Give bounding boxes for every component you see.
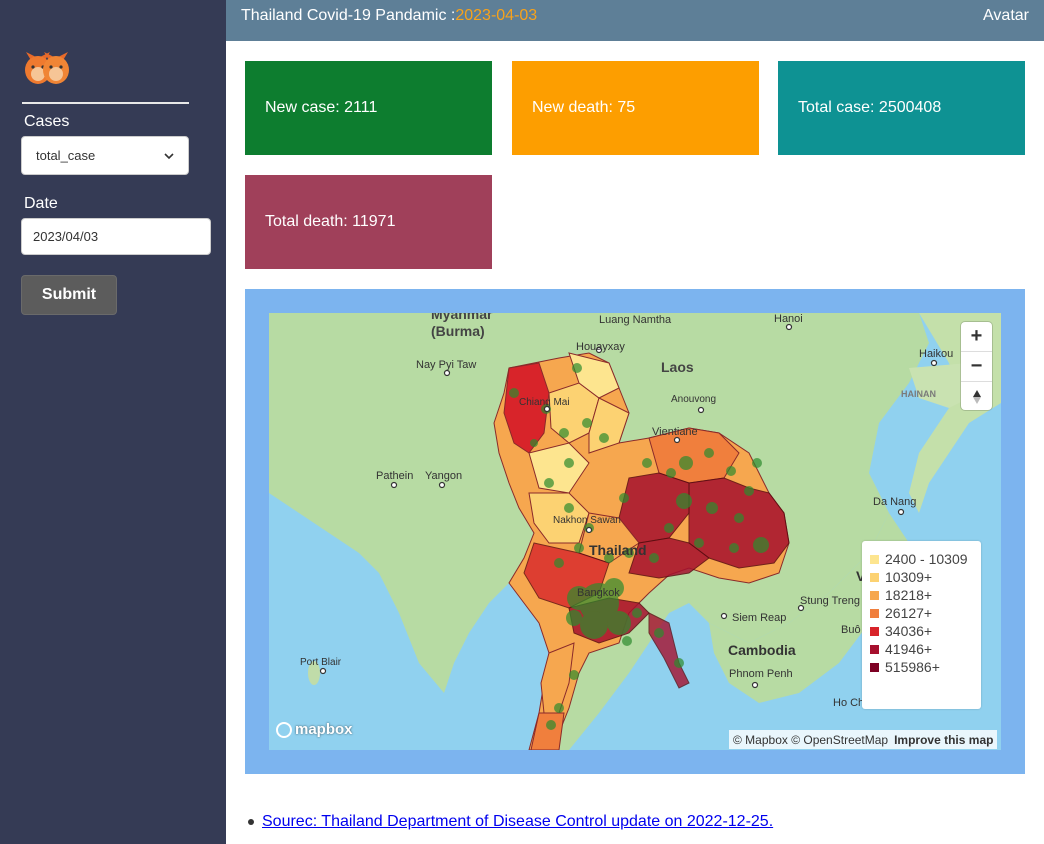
new-death-card: New death: 75 [512, 61, 759, 155]
date-label: Date [24, 195, 58, 212]
compass-icon [972, 389, 981, 404]
source-list-item: Sourec: Thailand Department of Disease C… [248, 813, 773, 831]
legend-label: 2400 - 10309 [885, 551, 968, 567]
legend-label: 26127+ [885, 605, 933, 621]
source-link[interactable]: Sourec: Thailand Department of Disease C… [262, 813, 773, 830]
map-label-myanmar: Myanmar [431, 313, 493, 322]
total-case-card: Total case: 2500408 [778, 61, 1025, 155]
map-label-buon: Buô [841, 624, 861, 636]
new-case-card: New case: 2111 [245, 61, 492, 155]
map-label-siem-reap: Siem Reap [732, 612, 786, 624]
map-label-hanoi: Hanoi [774, 313, 803, 325]
map-label-hainan: HAINAN [901, 389, 936, 399]
map-label-yangon: Yangon [425, 470, 462, 482]
map-label-port-blair: Port Blair [300, 657, 342, 668]
header-bar: Thailand Covid-19 Pandamic :2023-04-03 A… [226, 0, 1044, 41]
legend-item: 2400 - 10309 [870, 550, 973, 568]
legend-swatch [870, 609, 879, 618]
compass-reset-button[interactable] [961, 382, 992, 411]
map-label-da-nang: Da Nang [873, 496, 916, 508]
map-label-phnom-penh: Phnom Penh [729, 668, 793, 680]
avatar-link[interactable]: Avatar [983, 7, 1029, 25]
page-title: Thailand Covid-19 Pandamic :2023-04-03 [241, 7, 537, 25]
mapbox-logo-text: mapbox [295, 721, 353, 738]
map-label-vientiane: Vientiane [652, 426, 698, 438]
cases-select[interactable]: total_case [21, 136, 189, 175]
legend-label: 515986+ [885, 659, 940, 675]
legend-item: 26127+ [870, 604, 973, 622]
date-input[interactable]: 2023/04/03 [21, 218, 211, 255]
legend-item: 515986+ [870, 658, 973, 676]
attribution-text[interactable]: © Mapbox © OpenStreetMap [733, 733, 888, 747]
mapbox-logo[interactable]: mapbox [276, 721, 353, 738]
mapbox-logo-icon [276, 721, 292, 738]
legend-swatch [870, 627, 879, 636]
map-label-haikou: Haikou [919, 348, 953, 360]
legend-item: 10309+ [870, 568, 973, 586]
total-death-card: Total death: 11971 [245, 175, 492, 269]
map-label-burma: (Burma) [431, 323, 485, 339]
legend-swatch [870, 645, 879, 654]
map-label-chiang-mai: Chiang Mai [519, 397, 570, 408]
bullet-icon [248, 818, 254, 825]
map-label-anouvong: Anouvong [671, 394, 716, 405]
cases-label: Cases [24, 113, 70, 130]
improve-map-link[interactable]: Improve this map [894, 733, 993, 747]
legend-swatch [870, 573, 879, 582]
sidebar: Cases total_case Date 2023/04/03 Submit [0, 0, 226, 844]
legend-swatch [870, 663, 879, 672]
cases-select-value: total_case [36, 148, 96, 163]
zoom-out-button[interactable]: − [961, 352, 992, 382]
submit-button[interactable]: Submit [21, 275, 117, 315]
map-legend: 2400 - 10309 10309+ 18218+ 26127+ 34036+ 4194… [862, 541, 981, 709]
page-title-prefix: Thailand Covid-19 Pandamic : [241, 7, 456, 24]
map-label-laos: Laos [661, 359, 694, 375]
sidebar-divider [22, 102, 189, 104]
map-label-thailand: Thailand [589, 542, 647, 558]
cats-logo-icon [24, 46, 70, 86]
map-label-cambodia: Cambodia [728, 642, 796, 658]
chevron-down-icon [164, 148, 174, 163]
legend-label: 18218+ [885, 587, 933, 603]
map-label-nakhon-sawan: Nakhon Sawan [553, 515, 621, 526]
page-title-date: 2023-04-03 [455, 7, 538, 24]
legend-swatch [870, 555, 879, 564]
map-zoom-controls: + − [961, 322, 992, 410]
map-label-pathein: Pathein [376, 470, 413, 482]
map-attribution: © Mapbox © OpenStreetMap Improve this ma… [729, 730, 998, 749]
legend-item: 34036+ [870, 622, 973, 640]
legend-swatch [870, 591, 879, 600]
zoom-in-button[interactable]: + [961, 322, 992, 352]
map-label-houayxay: Houayxay [576, 341, 625, 353]
legend-label: 41946+ [885, 641, 933, 657]
map-label-nay-pyi-taw: Nay Pyi Taw [416, 359, 476, 371]
legend-item: 41946+ [870, 640, 973, 658]
legend-item: 18218+ [870, 586, 973, 604]
map-label-stung-treng: Stung Treng [800, 595, 860, 607]
legend-label: 34036+ [885, 623, 933, 639]
map-label-luang-namtha: Luang Namtha [599, 314, 672, 326]
map-label-ho-chi: Ho Ch [833, 697, 864, 709]
map-label-bangkok: Bangkok [577, 587, 620, 599]
legend-label: 10309+ [885, 569, 933, 585]
